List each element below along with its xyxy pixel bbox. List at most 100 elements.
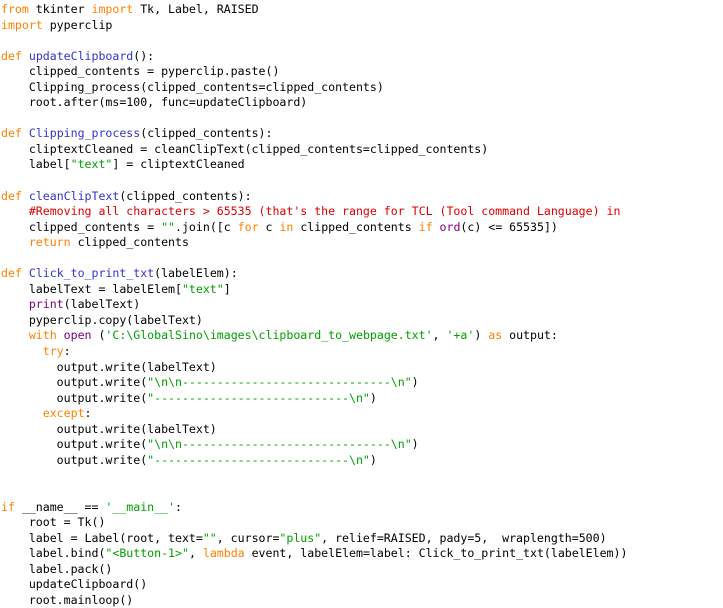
- code-token-pl: , relief=RAISED, pady=5, wraplength=500): [321, 530, 607, 545]
- code-token-pl: updateClipboard(): [1, 577, 148, 592]
- code-token-kw: def: [1, 48, 22, 63]
- code-token-pl: output:: [502, 328, 558, 343]
- code-token-pl: ,: [188, 546, 203, 561]
- code-token-kw: in: [279, 219, 294, 234]
- code-token-pl: label[: [1, 157, 71, 172]
- code-token-kw: lambda: [202, 546, 245, 561]
- code-token-pl: (clipped_contents):: [119, 188, 252, 203]
- code-token-str: "<Button-1>": [105, 546, 189, 561]
- code-token-pl: root.mainloop(): [1, 592, 134, 607]
- code-line: output.write("--------------------------…: [1, 391, 723, 407]
- code-token-pl: root.after(ms=100, func=updateClipboard): [1, 95, 308, 110]
- code-line: label["text"] = cliptextCleaned: [1, 157, 723, 173]
- code-token-pl: :: [175, 499, 182, 514]
- code-line: return clipped_contents: [1, 235, 723, 251]
- code-token-pl: c: [258, 219, 280, 234]
- code-token-pl: __name__ ==: [14, 499, 106, 514]
- code-line: output.write("\n\n----------------------…: [1, 375, 723, 391]
- code-token-pl: event, labelElem=label: Click_to_print_t…: [244, 546, 628, 561]
- code-token-fn: cleanClipText: [28, 188, 120, 203]
- code-token-bi: print: [28, 297, 64, 312]
- code-token-kw: return: [28, 235, 71, 250]
- code-line: try:: [1, 344, 723, 360]
- code-token-pl: root = Tk(): [1, 515, 106, 530]
- code-token-kw: try: [42, 344, 64, 359]
- code-token-str: "----------------------------\n": [147, 390, 370, 405]
- code-line: #Removing all characters > 65535 (that's…: [1, 204, 723, 220]
- code-token-str: "": [202, 530, 217, 545]
- code-token-pl: output.write(: [1, 375, 148, 390]
- code-token-pl: labelText = labelElem[: [1, 281, 182, 296]
- code-token-pl: output.write(labelText): [1, 359, 217, 374]
- code-token-fn: updateClipboard: [28, 48, 134, 63]
- code-token-pl: ): [474, 328, 489, 343]
- code-token-pl: , cursor=: [216, 530, 280, 545]
- code-token-pl: (: [91, 328, 106, 343]
- code-token-pl: ): [369, 452, 377, 467]
- code-token-pl: (labelText): [63, 297, 141, 312]
- code-token-pl: .join([c: [175, 219, 238, 234]
- code-token-str: 'C:\GlobalSino\images\clipboard_to_webpa…: [105, 328, 433, 343]
- code-line: output.write(labelText): [1, 422, 723, 438]
- code-line: cliptextCleaned = cleanClipText(clipped_…: [1, 142, 723, 158]
- code-token-pl: :: [84, 406, 92, 421]
- code-token-fn: Clipping_process: [28, 126, 141, 141]
- code-token-str: "\n\n------------------------------\n": [147, 375, 412, 390]
- code-token-pl: clipped_contents =: [1, 219, 162, 234]
- code-token-kw: import: [1, 17, 43, 32]
- code-line: import pyperclip: [1, 18, 723, 34]
- code-token-str: "----------------------------\n": [147, 452, 370, 467]
- code-token-pl: pyperclip: [42, 17, 113, 32]
- code-token-pl: output.write(: [1, 452, 148, 467]
- code-token-pl: Clipping_process(clipped_contents=clippe…: [1, 79, 384, 94]
- code-token-fn: Click_to_print_txt: [28, 266, 155, 281]
- code-token-pl: label = Label(root, text=: [1, 530, 203, 545]
- code-token-pl: ():: [133, 48, 155, 63]
- code-line: Clipping_process(clipped_contents=clippe…: [1, 80, 723, 96]
- code-token-pl: clipped_contents: [70, 235, 189, 250]
- code-line: label = Label(root, text="", cursor="plu…: [1, 531, 723, 547]
- code-token-pl: clipped_contents: [293, 219, 419, 234]
- code-line: output.write("--------------------------…: [1, 453, 723, 469]
- code-listing[interactable]: from tkinter import Tk, Label, RAISED imp…: [0, 0, 723, 608]
- code-token-pl: cliptextCleaned = cleanClipText(clipped_…: [1, 141, 489, 156]
- code-line: labelText = labelElem["text"]: [1, 282, 723, 298]
- code-token-str: "plus": [279, 530, 322, 545]
- code-token-str: "\n\n------------------------------\n": [147, 437, 412, 452]
- code-token-pl: output.write(: [1, 390, 148, 405]
- code-line: output.write(labelText): [1, 360, 723, 376]
- code-line: pyperclip.copy(labelText): [1, 313, 723, 329]
- code-token-str: "": [161, 219, 176, 234]
- code-line: label.bind("<Button-1>", lambda event, l…: [1, 546, 723, 562]
- code-line: except:: [1, 406, 723, 422]
- code-token-kw: from: [1, 2, 29, 16]
- code-token-kw: except: [42, 406, 85, 421]
- code-token-kw: for: [237, 219, 259, 234]
- code-token-pl: label.pack(): [1, 561, 113, 576]
- code-token-bi: open: [63, 328, 92, 343]
- code-line: def Click_to_print_txt(labelElem):: [1, 266, 723, 282]
- code-line: root.after(ms=100, func=updateClipboard): [1, 95, 723, 111]
- code-token-pl: ): [411, 375, 419, 390]
- code-token-pl: (c) <= 65535]): [460, 219, 558, 234]
- code-token-str: "text": [70, 157, 113, 172]
- code-line: def cleanClipText(clipped_contents):: [1, 189, 723, 205]
- code-token-kw: with: [28, 328, 57, 343]
- code-token-str: '__main__': [105, 499, 176, 514]
- code-line: label.pack(): [1, 562, 723, 578]
